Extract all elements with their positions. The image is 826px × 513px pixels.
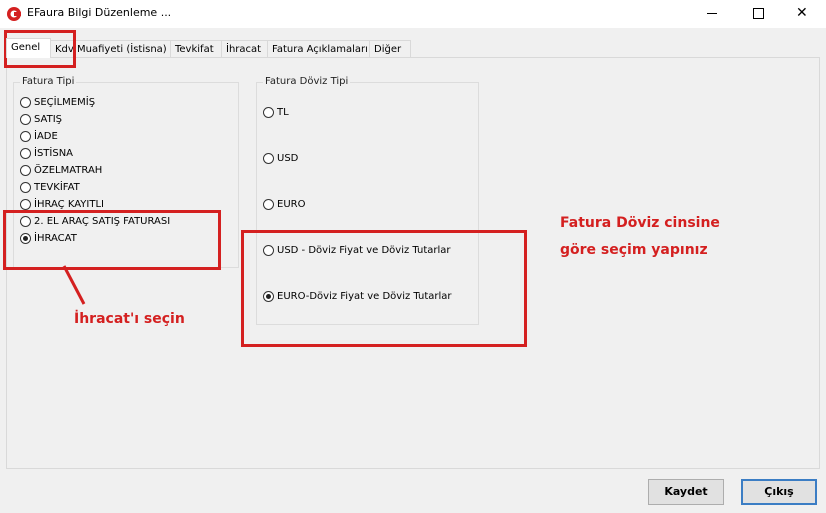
radio-icon — [263, 107, 274, 118]
exit-button[interactable]: Çıkış — [741, 479, 817, 505]
tab-tevkifat[interactable]: Tevkifat — [170, 40, 223, 58]
radio-ozelmatrah[interactable]: ÖZELMATRAH — [20, 163, 102, 178]
minimize-button[interactable] — [688, 0, 734, 28]
tab-label: İhracat — [226, 44, 262, 55]
radio-icon — [20, 199, 31, 210]
radio-icon — [20, 165, 31, 176]
radio-icon — [20, 114, 31, 125]
save-button[interactable]: Kaydet — [648, 479, 724, 505]
radio-tl[interactable]: TL — [263, 105, 289, 120]
radio-label: TEVKİFAT — [34, 182, 80, 193]
radio-label: SATIŞ — [34, 114, 63, 125]
radio-iade[interactable]: İADE — [20, 129, 58, 144]
radio-label: İHRAÇ KAYITLI — [34, 199, 104, 210]
highlight-ihracat-option — [3, 210, 221, 270]
minimize-icon — [707, 13, 717, 14]
maximize-icon — [753, 8, 764, 19]
close-icon: ✕ — [796, 5, 808, 21]
radio-label: TL — [277, 107, 289, 118]
tab-ihracat[interactable]: İhracat — [221, 40, 269, 58]
efatura-app-icon — [7, 7, 21, 21]
annotation-doviz-line1: Fatura Döviz cinsine — [560, 215, 720, 231]
radio-icon — [20, 131, 31, 142]
tab-genel[interactable]: Genel — [6, 38, 51, 58]
title-bar: EFaura Bilgi Düzenleme ... ✕ — [0, 0, 826, 28]
radio-tevkifat[interactable]: TEVKİFAT — [20, 180, 80, 195]
radio-label: ÖZELMATRAH — [34, 165, 103, 176]
radio-icon — [20, 97, 31, 108]
tab-diger[interactable]: Diğer — [369, 40, 411, 58]
fatura-tipi-title: Fatura Tipi — [20, 76, 77, 87]
close-button[interactable]: ✕ — [780, 0, 826, 28]
radio-euro[interactable]: EURO — [263, 197, 305, 212]
radio-icon — [263, 153, 274, 164]
radio-usd[interactable]: USD — [263, 151, 298, 166]
radio-satis[interactable]: SATIŞ — [20, 112, 62, 127]
radio-icon — [263, 199, 274, 210]
annotation-ihracat: İhracat'ı seçin — [74, 311, 185, 327]
radio-istisna[interactable]: İSTİSNA — [20, 146, 73, 161]
tab-label: Genel — [11, 42, 41, 53]
save-button-label: Kaydet — [664, 485, 708, 498]
radio-icon — [20, 148, 31, 159]
radio-label: İSTİSNA — [34, 148, 74, 159]
window-title: EFaura Bilgi Düzenleme ... — [27, 6, 172, 19]
radio-icon — [20, 182, 31, 193]
radio-secilmemis[interactable]: SEÇİLMEMİŞ — [20, 95, 95, 110]
tab-label: Fatura Açıklamaları — [272, 44, 368, 55]
exit-button-label: Çıkış — [764, 485, 794, 498]
radio-label: SEÇİLMEMİŞ — [34, 97, 96, 108]
arrow-icon — [62, 265, 86, 305]
maximize-button[interactable] — [734, 0, 780, 28]
tab-label: Tevkifat — [175, 44, 214, 55]
highlight-doviz-options — [241, 230, 527, 347]
tab-strip: Genel Kdv Muafiyeti (İstisna) Tevkifat İ… — [6, 38, 826, 58]
radio-label: USD — [277, 153, 299, 164]
tab-fatura-aciklamalari[interactable]: Fatura Açıklamaları — [267, 40, 373, 58]
doviz-tipi-title: Fatura Döviz Tipi — [263, 76, 351, 87]
radio-label: EURO — [277, 199, 306, 210]
tab-label: Diğer — [374, 44, 402, 55]
radio-label: İADE — [34, 131, 58, 142]
annotation-doviz-line2: göre seçim yapınız — [560, 242, 708, 258]
